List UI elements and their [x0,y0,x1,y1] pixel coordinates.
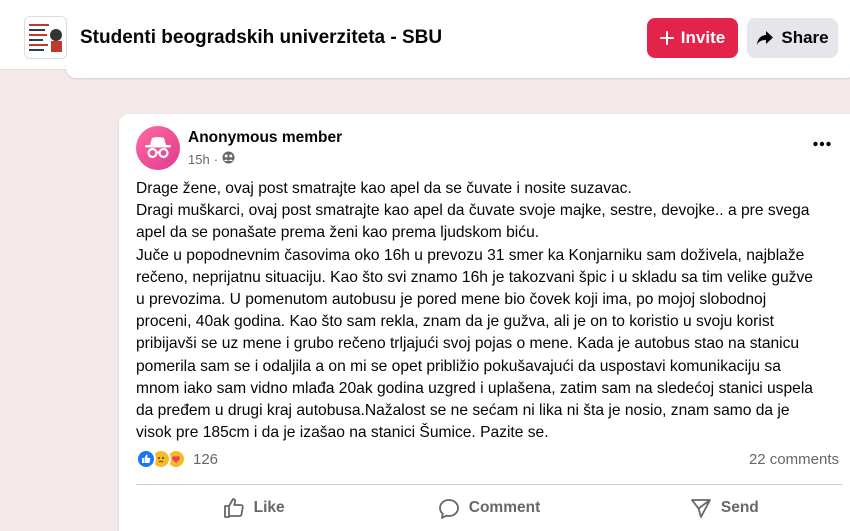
post-line: Drage žene, ovaj post smatrajte kao apel… [136,180,632,197]
comments-count-link[interactable]: 22 comments [749,451,839,468]
share-button[interactable]: Share [747,18,838,58]
post-time[interactable]: 15h [188,152,210,167]
send-icon [690,498,712,518]
actions-divider [136,484,842,485]
post-meta: 15h · [188,151,235,167]
invite-button[interactable]: Invite [647,18,738,58]
share-arrow-icon [756,30,774,46]
send-button[interactable]: Send [607,490,842,526]
post-body: Drage žene, ovaj post smatrajte kao apel… [136,178,841,444]
incognito-icon [145,137,171,159]
post-line: pomerila sam se i odaljila a on mi se op… [136,357,781,375]
thumbs-up-icon [223,498,245,518]
post-line: mnom iako sam vidno mlađa 20ak godina uz… [136,379,813,397]
previous-post-card [66,64,850,78]
like-reaction-icon [136,449,156,469]
more-options-icon[interactable] [813,134,831,152]
comment-label: Comment [468,499,541,516]
post-line: rečeno, neprijatnu situaciju. Kao što sv… [136,268,813,286]
post-line: pribijavši se uz mene i grubo rečeno trl… [136,335,800,353]
post-line: Dragi muškarci, ovaj post smatrajte kao … [136,202,810,220]
like-label: Like [253,499,285,516]
comment-bubble-icon [438,498,460,519]
share-label: Share [781,28,829,47]
post-line: proceni, 40ak godina. Kao što sam rekla,… [136,313,774,331]
plus-icon [659,31,674,45]
reactions-summary[interactable]: 126 [136,449,218,469]
post-author[interactable]: Anonymous member [188,129,342,147]
post-actions: Like Comment Send [136,490,842,526]
invite-label: Invite [680,28,726,47]
group-title[interactable]: Studenti beogradskih univerziteta - SBU [80,27,442,49]
post-line: da pređem u drugi kraj autobusa.Nažalost… [136,402,790,420]
reaction-count: 126 [193,450,219,468]
like-button[interactable]: Like [136,490,371,526]
post-line: visok pre 185cm i da je izašao na stanic… [136,424,549,442]
group-header: Studenti beogradskih univerziteta - SBU … [0,0,850,70]
post-line: apel da se ponašate prema ženi kao prema… [136,224,540,242]
post-line: u prevozima. U pomenutom autobusu je por… [136,291,767,309]
post-card: Anonymous member 15h · Drage žene, ovaj … [119,114,850,531]
comment-button[interactable]: Comment [371,490,606,526]
anonymous-avatar[interactable] [136,126,180,170]
group-logo[interactable] [24,16,67,59]
group-icon [222,151,235,167]
meta-separator: · [213,151,219,167]
send-label: Send [720,499,759,516]
post-line: Juče u popodnevnim časovima oko 16h u pr… [136,246,805,264]
